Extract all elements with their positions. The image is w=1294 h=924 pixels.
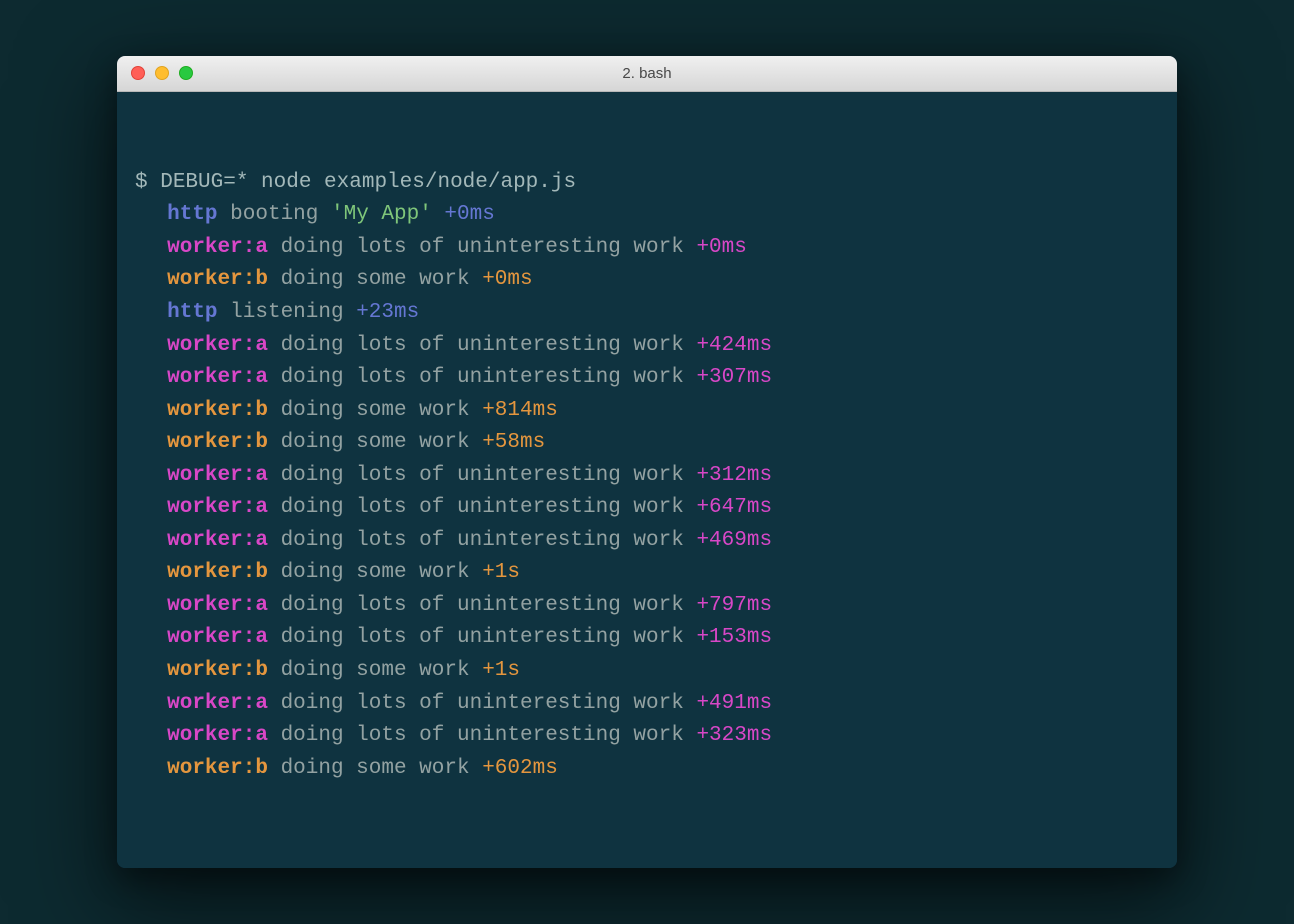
minimize-icon[interactable] [155,66,169,80]
log-namespace: http [167,203,217,226]
log-line: worker:b doing some work +814ms [135,395,1159,428]
log-line: worker:b doing some work +1s [135,557,1159,590]
log-line: worker:a doing lots of uninteresting wor… [135,460,1159,493]
log-line: worker:a doing lots of uninteresting wor… [135,232,1159,265]
log-message-part: doing some work [281,268,470,291]
log-line: worker:a doing lots of uninteresting wor… [135,330,1159,363]
log-line: worker:a doing lots of uninteresting wor… [135,362,1159,395]
log-timing: +323ms [696,724,772,747]
log-line: worker:b doing some work +602ms [135,753,1159,786]
log-namespace: worker:a [167,496,268,519]
log-message-part: doing lots of uninteresting work [281,334,684,357]
log-message-part: doing lots of uninteresting work [281,692,684,715]
log-message-part: doing lots of uninteresting work [281,496,684,519]
log-message-part: doing lots of uninteresting work [281,724,684,747]
log-timing: +23ms [356,301,419,324]
log-namespace: worker:b [167,399,268,422]
log-timing: +0ms [696,236,746,259]
log-timing: +0ms [482,268,532,291]
log-timing: +0ms [444,203,494,226]
log-timing: +469ms [696,529,772,552]
log-line: worker:b doing some work +1s [135,655,1159,688]
log-message-part: doing lots of uninteresting work [281,529,684,552]
traffic-lights [117,66,193,80]
log-line: http listening +23ms [135,297,1159,330]
log-namespace: worker:a [167,236,268,259]
log-timing: +602ms [482,757,558,780]
log-namespace: worker:b [167,268,268,291]
log-timing: +58ms [482,431,545,454]
window-title: 2. bash [117,65,1177,82]
log-timing: +424ms [696,334,772,357]
prompt-command: DEBUG=* node examples/node/app.js [160,171,576,194]
log-timing: +1s [482,561,520,584]
window-titlebar: 2. bash [117,56,1177,92]
log-line: worker:a doing lots of uninteresting wor… [135,688,1159,721]
log-timing: +491ms [696,692,772,715]
log-namespace: http [167,301,217,324]
log-line: http booting 'My App' +0ms [135,199,1159,232]
log-namespace: worker:a [167,626,268,649]
log-namespace: worker:a [167,594,268,617]
log-message-part: doing lots of uninteresting work [281,366,684,389]
log-timing: +647ms [696,496,772,519]
log-message-part: booting [230,203,331,226]
log-line: worker:b doing some work +58ms [135,427,1159,460]
log-namespace: worker:a [167,692,268,715]
log-namespace: worker:b [167,561,268,584]
terminal-body[interactable]: $ DEBUG=* node examples/node/app.jshttp … [117,92,1177,869]
log-output: http booting 'My App' +0msworker:a doing… [135,199,1159,785]
log-message-part: doing some work [281,659,470,682]
log-namespace: worker:a [167,529,268,552]
log-message-part: doing some work [281,561,470,584]
log-timing: +307ms [696,366,772,389]
log-message-part: doing lots of uninteresting work [281,626,684,649]
log-line: worker:a doing lots of uninteresting wor… [135,525,1159,558]
log-timing: +814ms [482,399,558,422]
log-namespace: worker:a [167,366,268,389]
log-namespace: worker:a [167,334,268,357]
log-line: worker:a doing lots of uninteresting wor… [135,622,1159,655]
prompt-symbol: $ [135,171,148,194]
log-timing: +153ms [696,626,772,649]
log-line: worker:a doing lots of uninteresting wor… [135,720,1159,753]
log-message-part: doing lots of uninteresting work [281,236,684,259]
close-icon[interactable] [131,66,145,80]
log-line: worker:b doing some work +0ms [135,264,1159,297]
log-timing: +312ms [696,464,772,487]
log-message-part: doing some work [281,757,470,780]
log-timing: +797ms [696,594,772,617]
log-message-part: listening [230,301,343,324]
log-namespace: worker:b [167,659,268,682]
log-timing: +1s [482,659,520,682]
log-namespace: worker:a [167,464,268,487]
log-line: worker:a doing lots of uninteresting wor… [135,590,1159,623]
log-message-part: doing lots of uninteresting work [281,464,684,487]
terminal-window: 2. bash $ DEBUG=* node examples/node/app… [117,56,1177,869]
log-namespace: worker:b [167,431,268,454]
log-namespace: worker:a [167,724,268,747]
log-namespace: worker:b [167,757,268,780]
prompt-line: $ DEBUG=* node examples/node/app.js [135,167,1159,200]
log-message-part: doing some work [281,431,470,454]
log-line: worker:a doing lots of uninteresting wor… [135,492,1159,525]
log-message-part: doing lots of uninteresting work [281,594,684,617]
log-message-part: doing some work [281,399,470,422]
maximize-icon[interactable] [179,66,193,80]
log-message-part: 'My App' [331,203,432,226]
